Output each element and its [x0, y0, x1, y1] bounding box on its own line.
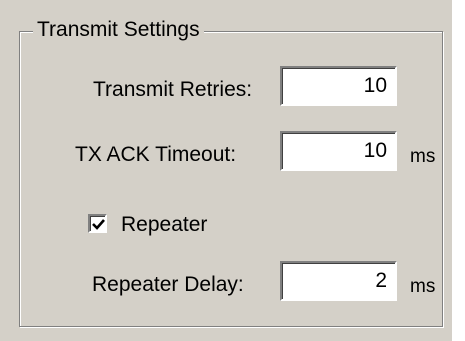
repeater-checkbox-label[interactable]: Repeater	[121, 213, 207, 237]
tx-ack-timeout-unit: ms	[410, 146, 436, 167]
repeater-delay-unit: ms	[410, 276, 436, 297]
checkmark-icon	[92, 219, 105, 230]
repeater-delay-label: Repeater Delay:	[92, 273, 244, 296]
transmit-retries-label: Transmit Retries:	[93, 78, 253, 101]
groupbox-title: Transmit Settings	[33, 18, 204, 42]
transmit-retries-input[interactable]	[280, 66, 397, 106]
repeater-delay-input[interactable]	[280, 261, 397, 301]
repeater-checkbox[interactable]	[88, 214, 107, 233]
settings-panel: Transmit Settings Transmit Retries: TX A…	[0, 0, 452, 341]
tx-ack-timeout-label: TX ACK Timeout:	[75, 143, 237, 166]
tx-ack-timeout-input[interactable]	[280, 131, 397, 171]
